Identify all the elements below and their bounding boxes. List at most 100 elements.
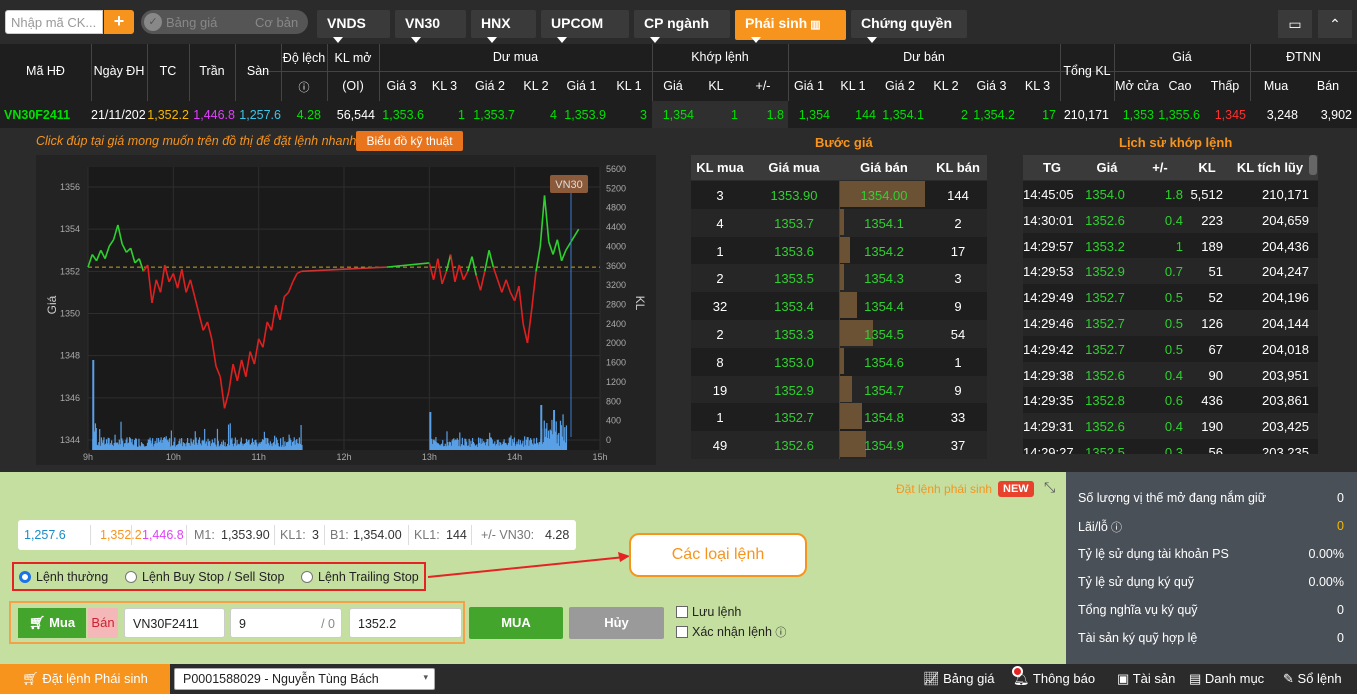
orderbook-gia-ban[interactable]: 1354.00: [839, 188, 929, 203]
add-symbol-button[interactable]: +: [104, 10, 134, 34]
subcol-0: Giá 3: [386, 79, 417, 93]
footer-link-tai-san[interactable]: ▣ Tài sản: [1117, 671, 1175, 687]
cell-ban-gia2[interactable]: 1,354.1: [876, 108, 924, 122]
divider: [652, 44, 653, 101]
orderbook-row[interactable]: 2 1353.5 1354.3 3: [691, 264, 987, 293]
account-value: P0001588029 - Nguyễn Tùng Bách: [183, 672, 379, 686]
tab-chung-quyen[interactable]: Chứng quyền: [851, 10, 967, 44]
orderbook-gia-ban[interactable]: 1354.7: [839, 383, 929, 398]
buy-tab[interactable]: 🛒︎ Mua: [18, 608, 86, 638]
radio-lenh-thuong[interactable]: Lệnh thường: [19, 570, 108, 584]
orderbook-row[interactable]: 49 1352.6 1354.9 37: [691, 431, 987, 460]
radio-trailing-stop[interactable]: Lệnh Trailing Stop: [301, 570, 419, 584]
footer-link-thong-bao[interactable]: 🔔︎ Thông báo: [1013, 671, 1095, 687]
quick-m1[interactable]: 1,353.90: [221, 528, 270, 542]
tab-upcom[interactable]: UPCOM: [541, 10, 629, 44]
orderbook-gia-mua[interactable]: 1353.5: [749, 271, 839, 286]
history-col: Giá: [1096, 160, 1118, 175]
orderbook-gia-ban[interactable]: 1354.9: [839, 438, 929, 453]
confirm-order-checkbox[interactable]: Xác nhận lệnh ⓘ: [676, 624, 786, 640]
history-cell: 204,247: [1262, 264, 1309, 280]
orderbook-gia-ban[interactable]: 1354.6: [839, 355, 929, 370]
submit-buy-button[interactable]: MUA: [469, 607, 563, 639]
cell-mo-cua: 1,353: [1122, 108, 1154, 122]
quick-m1-label: M1:: [194, 528, 215, 542]
y2-tick-label: 5600: [606, 164, 626, 174]
view-mode-toggle[interactable]: ✓ Bảng giá Cơ bản: [141, 10, 308, 34]
history-cell: 14:30:01: [1023, 212, 1074, 228]
stat-row: Lãi/lỗ ⓘ 0: [1078, 519, 1344, 535]
place-order-button[interactable]: 🛒︎ Đặt lệnh Phái sinh: [0, 664, 170, 694]
cell-thap: 1,345: [1214, 108, 1246, 122]
orderbook-gia-ban[interactable]: 1354.2: [839, 244, 929, 259]
info-icon[interactable]: ⓘ: [775, 627, 786, 639]
collapse-icon[interactable]: ⤡: [1044, 479, 1055, 496]
cell-ban-gia3[interactable]: 1,354.2: [968, 108, 1015, 122]
technical-chart-button[interactable]: Biểu đồ kỹ thuật: [356, 131, 463, 151]
price-input[interactable]: 1352.2: [349, 608, 462, 638]
orderbook-gia-ban[interactable]: 1354.3: [839, 271, 929, 286]
orderbook-row[interactable]: 4 1353.7 1354.1 2: [691, 208, 987, 237]
quantity-input[interactable]: 9 / 0: [230, 608, 342, 638]
history-list[interactable]: 14:45:05 1354.0 1.8 5,512 210,171 14:30:01 135…: [1023, 181, 1318, 454]
orderbook-row[interactable]: 8 1353.0 1354.6 1: [691, 347, 987, 376]
orderbook-gia-ban[interactable]: 1354.8: [839, 410, 929, 425]
tab-hnx[interactable]: HNX: [471, 10, 536, 44]
account-select[interactable]: P0001588029 - Nguyễn Tùng Bách ▾: [174, 668, 435, 690]
orderbook-kl-ban: 1: [954, 354, 962, 370]
tab-phai-sinh[interactable]: Phái sinh ▥: [735, 10, 846, 44]
footer-link-so-lenh[interactable]: ✎ Sổ lệnh: [1283, 671, 1342, 687]
tab-label: UPCOM: [551, 15, 604, 31]
orderbook-gia-ban[interactable]: 1354.1: [839, 216, 929, 231]
y2-tick-label: 1200: [606, 377, 626, 387]
cancel-button[interactable]: Hủy: [569, 607, 664, 639]
orderbook-gia-mua[interactable]: 1353.0: [749, 355, 839, 370]
orderbook-gia-mua[interactable]: 1353.90: [749, 188, 839, 203]
scrollbar[interactable]: [1309, 155, 1317, 175]
symbol-search-input[interactable]: Nhập mã CK...: [5, 10, 103, 34]
tab-cp-nganh[interactable]: CP ngành: [634, 10, 730, 44]
orderbook-gia-mua[interactable]: 1353.4: [749, 299, 839, 314]
quick-tc[interactable]: 1,352.2: [100, 528, 142, 542]
cell-ban-gia1[interactable]: 1,354: [788, 108, 830, 122]
sell-tab[interactable]: Bán: [88, 608, 118, 638]
orderbook-row[interactable]: 19 1352.9 1354.7 9: [691, 375, 987, 404]
radio-buy-stop[interactable]: Lệnh Buy Stop / Sell Stop: [125, 570, 284, 584]
orderbook-gia-mua[interactable]: 1353.7: [749, 216, 839, 231]
monitor-icon[interactable]: ▭: [1278, 10, 1312, 38]
table-row[interactable]: VN30F2411 21/11/202 1,352.2 1,446.8 1,25…: [0, 101, 1357, 128]
info-icon[interactable]: ⓘ: [1108, 522, 1122, 534]
save-order-checkbox[interactable]: Lưu lệnh: [676, 605, 741, 619]
orderbook-gia-mua[interactable]: 1353.3: [749, 327, 839, 342]
orderbook-row[interactable]: 2 1353.3 1354.5 54: [691, 320, 987, 348]
history-cell: 0.7: [1164, 264, 1183, 280]
orderbook-row[interactable]: 1 1352.7 1354.8 33: [691, 403, 987, 432]
tab-vnds[interactable]: VNDS: [317, 10, 390, 44]
subcol-11: Giá 2: [885, 79, 915, 93]
quick-san[interactable]: 1,257.6: [24, 528, 66, 542]
cell-mua-gia1[interactable]: 1,353.9: [557, 108, 606, 122]
orderbook-gia-ban[interactable]: 1354.5: [839, 327, 929, 342]
chart-svg[interactable]: 1356 1354 1352 1350 1348 1346 1344 5600 5200 480…: [36, 155, 656, 465]
footer-link-bang-gia[interactable]: 📈︎ Bảng giá: [923, 671, 994, 687]
cell-mua-gia2[interactable]: 1,353.7: [465, 108, 515, 122]
intraday-chart[interactable]: 1356 1354 1352 1350 1348 1346 1344 5600 5200 480…: [36, 155, 656, 465]
footer-link-danh-muc[interactable]: ▤ Danh mục: [1189, 671, 1264, 687]
cell-ma-hd[interactable]: VN30F2411: [4, 108, 70, 122]
orderbook-row[interactable]: 1 1353.6 1354.2 17: [691, 236, 987, 265]
quick-tran[interactable]: 1,446.8: [142, 528, 184, 542]
orderbook-row[interactable]: 3 1353.90 1354.00 144: [691, 181, 987, 209]
orderbook-gia-mua[interactable]: 1352.7: [749, 410, 839, 425]
tab-vn30[interactable]: VN30: [395, 10, 466, 44]
col-kl-mo: KL mở: [334, 51, 372, 65]
orderbook-gia-mua[interactable]: 1352.9: [749, 383, 839, 398]
cell-mua-gia3[interactable]: 1,353.6: [379, 108, 424, 122]
symbol-input[interactable]: VN30F2411: [124, 608, 225, 638]
orderbook-gia-ban[interactable]: 1354.4: [839, 299, 929, 314]
orderbook-gia-mua[interactable]: 1353.6: [749, 244, 839, 259]
collapse-up-icon[interactable]: ⌃: [1318, 10, 1352, 38]
quick-b1[interactable]: 1,354.00: [353, 528, 402, 542]
info-icon[interactable]: ⓘ: [281, 79, 327, 95]
orderbook-gia-mua[interactable]: 1352.6: [749, 438, 839, 453]
orderbook-row[interactable]: 32 1353.4 1354.4 9: [691, 292, 987, 321]
